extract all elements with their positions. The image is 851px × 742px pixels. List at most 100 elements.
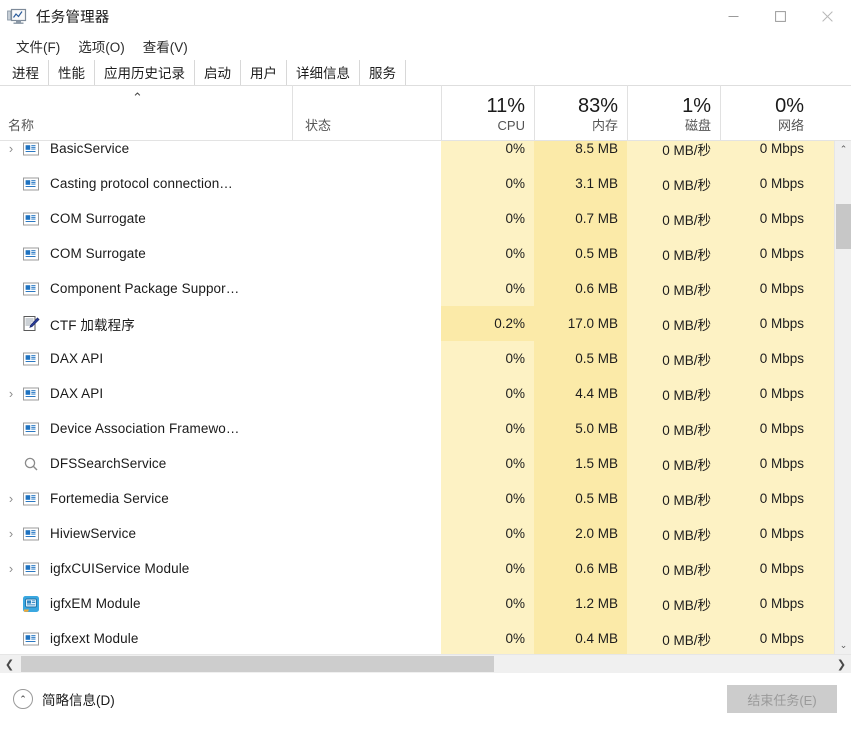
magnifier-icon — [22, 455, 40, 473]
table-row[interactable]: COM Surrogate 0% 0.7 MB 0 MB/秒 0 Mbps — [0, 201, 851, 236]
process-name-cell[interactable]: › Fortemedia Service — [0, 481, 292, 516]
column-header-status[interactable]: 状态 — [292, 85, 441, 140]
end-task-button[interactable]: 结束任务(E) — [727, 685, 837, 713]
process-name-label: HiviewService — [50, 526, 137, 541]
process-name-label: DAX API — [50, 351, 104, 366]
process-name-cell[interactable]: Device Association Framewo… — [0, 411, 292, 446]
tab-startup[interactable]: 启动 — [195, 60, 241, 85]
process-name-cell[interactable]: igfxEM Module — [0, 586, 292, 621]
vertical-scrollbar[interactable]: ⌃ ⌄ — [834, 141, 851, 654]
table-row[interactable]: › BasicService 0% 8.5 MB 0 MB/秒 0 Mbps — [0, 141, 851, 166]
column-label-memory: 内存 — [591, 118, 618, 133]
scroll-down-icon[interactable]: ⌄ — [835, 637, 851, 654]
process-name-cell[interactable]: CTF 加载程序 — [0, 306, 292, 341]
table-row[interactable]: Component Package Suppor… 0% 0.6 MB 0 MB/秒 0… — [0, 271, 851, 306]
process-cpu-value: 0% — [441, 376, 534, 411]
process-rows: › BasicService 0% 8.5 MB 0 MB/秒 0 Mbps Casting… — [0, 141, 851, 654]
close-button[interactable] — [804, 0, 851, 33]
tab-users[interactable]: 用户 — [241, 60, 287, 85]
process-cpu-value: 0% — [441, 516, 534, 551]
table-row[interactable]: › igfxCUIService Module 0% 0.6 MB 0 MB/秒 0 Mb… — [0, 551, 851, 586]
service-window-icon — [22, 175, 40, 193]
process-memory-value: 3.1 MB — [534, 166, 627, 201]
process-memory-value: 1.2 MB — [534, 586, 627, 621]
table-row[interactable]: igfxEM Module 0% 1.2 MB 0 MB/秒 0 Mbps — [0, 586, 851, 621]
horizontal-scrollbar-thumb[interactable] — [21, 656, 494, 672]
process-name-cell[interactable]: › HiviewService — [0, 516, 292, 551]
process-network-value: 0 Mbps — [720, 411, 813, 446]
table-row[interactable]: Device Association Framewo… 0% 5.0 MB 0 MB/… — [0, 411, 851, 446]
process-disk-value: 0 MB/秒 — [627, 141, 720, 166]
process-memory-value: 0.5 MB — [534, 341, 627, 376]
tab-app-history[interactable]: 应用历史记录 — [95, 60, 195, 85]
service-window-icon — [22, 490, 40, 508]
chevron-right-icon[interactable]: › — [0, 142, 22, 155]
table-row[interactable]: Casting protocol connection… 0% 3.1 MB 0 MB… — [0, 166, 851, 201]
process-name-cell[interactable]: DAX API — [0, 341, 292, 376]
column-label-network: 网络 — [777, 118, 804, 133]
process-disk-value: 0 MB/秒 — [627, 516, 720, 551]
process-name-label: Device Association Framewo… — [50, 421, 240, 436]
tab-services[interactable]: 服务 — [360, 60, 406, 85]
column-header-disk[interactable]: 1% 磁盘 — [627, 85, 720, 140]
fewer-details-toggle[interactable]: ⌃ 简略信息(D) — [13, 689, 115, 709]
process-network-value: 0 Mbps — [720, 236, 813, 271]
vertical-scrollbar-thumb[interactable] — [836, 204, 851, 249]
chevron-right-icon[interactable]: › — [0, 562, 22, 575]
chevron-right-icon[interactable]: › — [0, 387, 22, 400]
horizontal-scrollbar[interactable]: ❮ ❯ — [0, 654, 851, 673]
table-row[interactable]: DFSSearchService 0% 1.5 MB 0 MB/秒 0 Mbps — [0, 446, 851, 481]
process-cpu-value: 0% — [441, 236, 534, 271]
process-name-cell[interactable]: Component Package Suppor… — [0, 271, 292, 306]
disk-total-percent: 1% — [682, 95, 711, 117]
service-window-icon — [22, 210, 40, 228]
process-name-cell[interactable]: COM Surrogate — [0, 236, 292, 271]
process-name-cell[interactable]: Casting protocol connection… — [0, 166, 292, 201]
column-header-cpu[interactable]: 11% CPU — [441, 85, 534, 140]
table-row[interactable]: CTF 加载程序 0.2% 17.0 MB 0 MB/秒 0 Mbps — [0, 306, 851, 341]
process-memory-value: 1.5 MB — [534, 446, 627, 481]
table-row[interactable]: COM Surrogate 0% 0.5 MB 0 MB/秒 0 Mbps — [0, 236, 851, 271]
column-header-name[interactable]: ⌃ 名称 — [0, 85, 292, 140]
table-row[interactable]: › DAX API 0% 4.4 MB 0 MB/秒 0 Mbps — [0, 376, 851, 411]
process-memory-value: 17.0 MB — [534, 306, 627, 341]
table-row[interactable]: › Fortemedia Service 0% 0.5 MB 0 MB/秒 0 Mbps — [0, 481, 851, 516]
tab-details[interactable]: 详细信息 — [287, 60, 360, 85]
process-name-cell[interactable]: › DAX API — [0, 376, 292, 411]
menu-options[interactable]: 选项(O) — [70, 34, 133, 58]
column-header-network[interactable]: 0% 网络 — [720, 85, 813, 140]
process-status-cell — [292, 516, 441, 551]
process-memory-value: 4.4 MB — [534, 376, 627, 411]
tab-performance[interactable]: 性能 — [49, 60, 95, 85]
process-cpu-value: 0% — [441, 621, 534, 654]
process-status-cell — [292, 141, 441, 166]
tab-processes[interactable]: 进程 — [3, 60, 49, 85]
column-header-memory[interactable]: 83% 内存 — [534, 85, 627, 140]
chevron-right-icon[interactable]: › — [0, 527, 22, 540]
scroll-right-icon[interactable]: ❯ — [832, 655, 851, 673]
process-name-cell[interactable]: DFSSearchService — [0, 446, 292, 481]
process-name-label: DAX API — [50, 386, 104, 401]
process-name-label: Component Package Suppor… — [50, 281, 240, 296]
scroll-left-icon[interactable]: ❮ — [0, 655, 19, 673]
scroll-up-icon[interactable]: ⌃ — [835, 141, 851, 158]
process-disk-value: 0 MB/秒 — [627, 446, 720, 481]
process-disk-value: 0 MB/秒 — [627, 306, 720, 341]
network-total-percent: 0% — [775, 95, 804, 117]
process-name-cell[interactable]: › igfxCUIService Module — [0, 551, 292, 586]
process-memory-value: 0.6 MB — [534, 271, 627, 306]
process-name-label: Casting protocol connection… — [50, 176, 233, 191]
process-name-cell[interactable]: COM Surrogate — [0, 201, 292, 236]
chevron-right-icon[interactable]: › — [0, 492, 22, 505]
minimize-button[interactable] — [710, 0, 757, 33]
table-row[interactable]: › HiviewService 0% 2.0 MB 0 MB/秒 0 Mbps — [0, 516, 851, 551]
column-label-cpu: CPU — [497, 118, 525, 133]
table-row[interactable]: igfxext Module 0% 0.4 MB 0 MB/秒 0 Mbps — [0, 621, 851, 654]
table-row[interactable]: DAX API 0% 0.5 MB 0 MB/秒 0 Mbps — [0, 341, 851, 376]
menu-view[interactable]: 查看(V) — [135, 34, 196, 58]
process-name-cell[interactable]: igfxext Module — [0, 621, 292, 654]
menu-file[interactable]: 文件(F) — [8, 34, 68, 58]
process-name-cell[interactable]: › BasicService — [0, 141, 292, 166]
column-label-disk: 磁盘 — [684, 118, 711, 133]
maximize-button[interactable] — [757, 0, 804, 33]
